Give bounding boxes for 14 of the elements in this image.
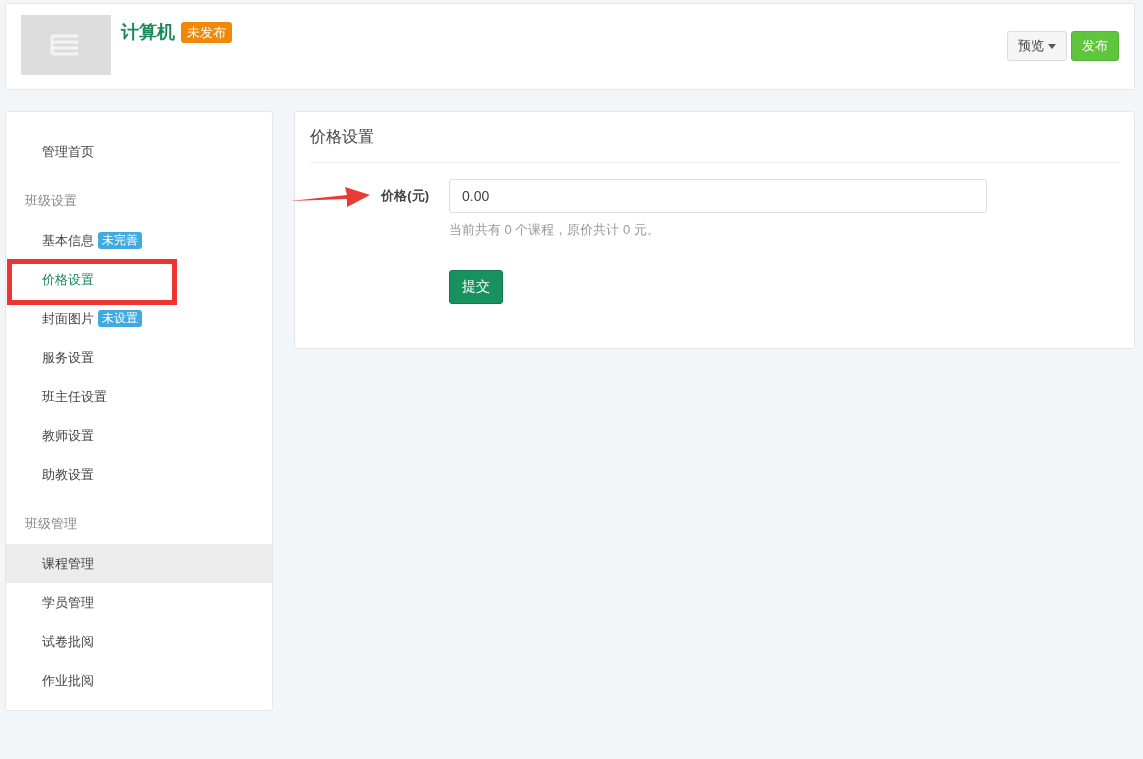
status-badge: 未完善 [98,232,142,249]
section-heading: 班级管理 [24,515,78,534]
preview-dropdown-button[interactable]: 预览 [1007,31,1067,61]
status-badge: 未设置 [98,310,142,327]
submit-button[interactable]: 提交 [449,269,503,304]
section-heading: 班级设置 [24,192,78,211]
field-label: 价格(元) [381,187,429,206]
caret-icon [1048,43,1056,49]
course-title: 计算机 [121,21,175,44]
panel-title: 价格设置 [310,112,1119,163]
price-input[interactable]: 0.00 [449,179,987,213]
help-text: 当前共有 0 个课程，原价共计 0 元。 [449,221,661,239]
sidebar-item[interactable]: 课程管理 [6,544,272,583]
status-badge: 未发布 [181,21,232,44]
